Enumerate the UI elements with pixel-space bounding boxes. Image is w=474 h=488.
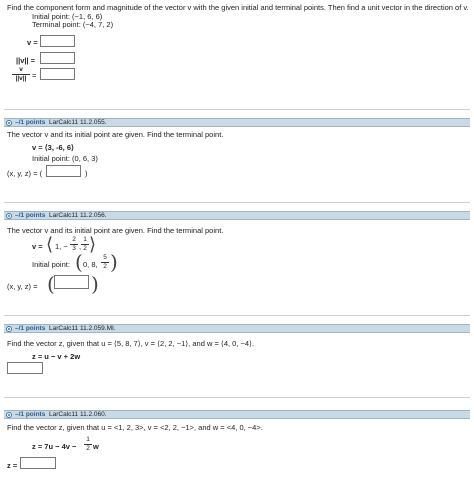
q1-v-input[interactable] [40,35,75,47]
q2-points: –/1 points [15,119,46,126]
q3-v-first: 1, − [55,242,68,251]
q3-initial-label: Initial point: [32,260,70,269]
q3-frac2-num: 1 [81,236,89,245]
q1-instructions: Find the component form and magnitude of… [7,3,469,12]
q3-points: –/1 points [15,212,46,219]
q5-eq-left: z = 7u − 4v − [32,442,77,451]
q3-frac1-num: 2 [70,236,78,245]
q4-divider [4,397,470,398]
q3-right-angle: ⟩ [89,234,97,255]
q4-source: LarCalc11 11.2.059.MI. [49,325,116,332]
q3-divider [4,315,470,316]
q5-header: –/1 points LarCalc11 11.2.060. [4,410,470,419]
q2-vector: v = ⟨3, -6, 6⟩ [32,143,74,152]
q3-ip-left-paren: ( [75,250,83,274]
q1-magnitude-input[interactable] [40,52,75,64]
q4-answer-input[interactable] [7,362,43,374]
q2-divider [4,202,470,203]
q5-frac-den: 2 [86,445,90,452]
q2-source: LarCalc11 11.2.055. [49,119,107,126]
q5-eq-right: w [93,442,99,451]
question-status-icon [6,412,12,418]
q2-answer-input[interactable] [46,165,81,177]
q5-frac-num: 1 [84,436,92,445]
q4-points: –/1 points [15,325,46,332]
q3-frac3-den: 2 [103,263,107,270]
q4-header: –/1 points LarCalc11 11.2.059.MI. [4,324,470,333]
q5-points: –/1 points [15,411,46,418]
q1-unit-vector-fraction: v ||v|| [12,66,30,83]
q3-ip-right-paren: ) [110,250,118,274]
q3-frac3: 5 2 [101,254,109,271]
q4-equation: z = u − v + 2w [32,352,81,361]
q5-z-label: z = [7,461,18,470]
q1-magnitude-label: ||v|| = [16,56,36,65]
q1-unit-numerator: v [12,66,30,75]
q2-header: –/1 points LarCalc11 11.2.055. [4,118,470,127]
q3-frac3-num: 5 [101,254,109,263]
q3-instructions: The vector v and its initial point are g… [7,226,224,235]
q3-answer-label: (x, y, z) = [7,282,38,291]
q3-answer-right-paren: ) [91,272,99,296]
q3-left-angle: ⟨ [46,234,54,255]
q5-source: LarCalc11 11.2.060. [49,411,107,418]
q3-header: –/1 points LarCalc11 11.2.056. [4,211,470,220]
q3-source: LarCalc11 11.2.056. [49,212,107,219]
q3-answer-input[interactable] [54,275,89,289]
q1-v-label: v = [27,38,38,47]
q4-instructions: Find the vector z, given that u = ⟨5, 8,… [7,339,255,348]
q5-instructions: Find the vector z, given that u = <1, 2,… [7,423,263,432]
q3-ip-text: 0, 8, [83,260,98,269]
question-status-icon [6,326,12,332]
q1-divider [4,109,470,110]
question-status-icon [6,120,12,126]
q1-unit-equals: = [32,71,37,80]
question-status-icon [6,213,12,219]
q5-answer-input[interactable] [20,457,56,469]
q5-frac: 1 2 [84,436,92,453]
q1-unit-denominator: ||v|| [15,75,27,82]
q1-unit-vector-input[interactable] [40,68,75,80]
q2-instructions: The vector v and its initial point are g… [7,130,224,139]
q2-close-paren: ) [85,169,88,178]
q3-v-label: v = [32,242,43,251]
q1-terminal-point: Terminal point: (−4, 7, 2) [32,20,114,29]
q2-initial-point: Initial point: (0, 6, 3) [32,154,98,163]
q2-answer-label: (x, y, z) = ( [7,169,43,178]
